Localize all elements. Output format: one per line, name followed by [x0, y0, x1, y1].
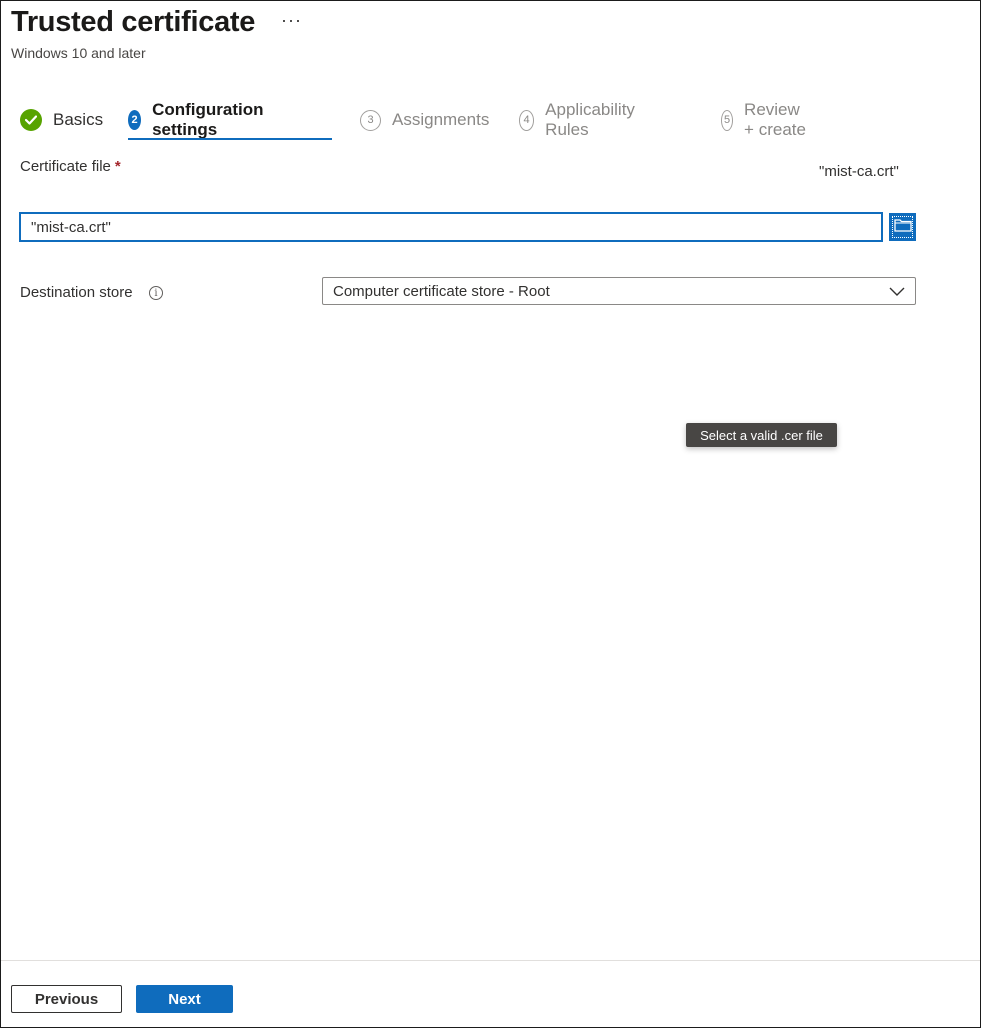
- next-button[interactable]: Next: [136, 985, 233, 1013]
- step-configuration-settings[interactable]: 2 Configuration settings: [128, 100, 270, 139]
- previous-button[interactable]: Previous: [11, 985, 122, 1013]
- blade-frame: [0, 0, 981, 1028]
- step-number-badge: 4: [519, 109, 535, 131]
- chevron-down-icon: [889, 284, 905, 303]
- step-label: Review + create: [744, 100, 806, 139]
- destination-store-label: Destination store: [20, 284, 133, 301]
- page-subtitle: Windows 10 and later: [11, 45, 146, 61]
- required-mark: *: [114, 158, 121, 175]
- destination-store-dropdown[interactable]: Computer certificate store - Root: [322, 277, 916, 305]
- step-number-badge: 3: [360, 109, 381, 131]
- selected-file-name: "mist-ca.crt": [819, 163, 899, 180]
- step-number-badge: 5: [721, 109, 734, 131]
- validation-tooltip: Select a valid .cer file: [686, 423, 837, 447]
- info-icon[interactable]: i: [149, 286, 163, 300]
- step-label: Configuration settings: [152, 100, 264, 139]
- step-label: Applicability Rules: [545, 100, 635, 139]
- checkmark-icon: [20, 109, 42, 131]
- step-assignments[interactable]: 3 Assignments: [360, 107, 489, 133]
- certificate-file-label: Certificate file *: [20, 158, 121, 175]
- browse-file-button[interactable]: [889, 213, 916, 241]
- step-label: Assignments: [392, 110, 490, 129]
- folder-icon: [893, 218, 912, 237]
- certificate-file-input[interactable]: [19, 212, 883, 242]
- page-title: Trusted certificate: [11, 6, 256, 38]
- active-step-indicator: [128, 138, 332, 140]
- step-label: Basics: [53, 110, 104, 129]
- step-applicability-rules[interactable]: 4 Applicability Rules: [519, 100, 641, 139]
- dropdown-selected-value: Computer certificate store - Root: [333, 282, 550, 300]
- step-number-badge: 2: [128, 110, 142, 130]
- step-review-create[interactable]: 5 Review + create: [721, 100, 809, 139]
- step-basics[interactable]: Basics: [20, 107, 103, 133]
- more-options-button[interactable]: ···: [281, 10, 302, 31]
